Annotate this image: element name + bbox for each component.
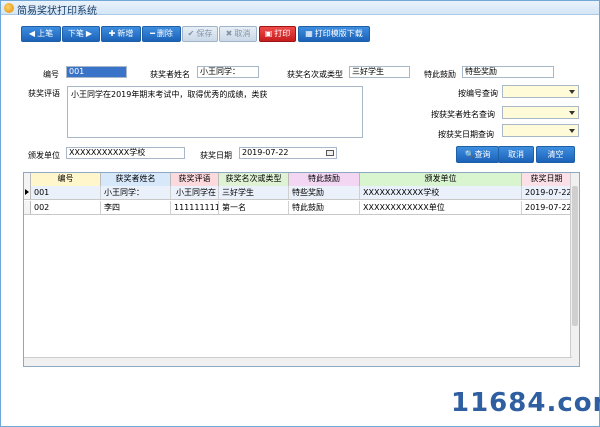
issuer-field[interactable]: XXXXXXXXXXX学校 xyxy=(66,147,185,159)
save-button[interactable]: ✔ 保存 xyxy=(182,26,218,42)
grid-col-name[interactable]: 获奖者姓名 xyxy=(101,173,171,186)
table-row[interactable]: 001 小王同学： 小王同学在 三好学生 特些奖励 XXXXXXXXXXX学校 … xyxy=(24,186,579,200)
current-row-indicator-icon xyxy=(24,186,31,199)
grid-col-id[interactable]: 编号 xyxy=(31,173,101,186)
cell-id: 001 xyxy=(31,186,101,199)
cell-id: 002 xyxy=(31,201,101,214)
print-button[interactable]: ▣ 打印 xyxy=(259,26,296,42)
reward-field[interactable]: 特些奖励 xyxy=(462,66,554,78)
dropdown-arrow-icon xyxy=(569,90,575,94)
comment-textarea[interactable]: 小王同学在2019年期末考试中，取得优秀的成绩，类获 xyxy=(67,86,363,138)
arrow-right-icon: ▶ xyxy=(85,29,93,38)
calendar-icon[interactable] xyxy=(326,150,334,156)
records-grid[interactable]: 编号 获奖者姓名 获奖评语 获奖名次或类型 特此鼓励 颁发单位 获奖日期 001… xyxy=(23,172,580,367)
cell-name: 小王同学： xyxy=(101,186,171,199)
clear-button[interactable]: 清空 xyxy=(536,146,575,163)
plus-icon: ✚ xyxy=(108,29,116,38)
query-id-select[interactable] xyxy=(502,85,579,98)
grid-col-rank[interactable]: 获奖名次或类型 xyxy=(219,173,289,186)
grid-col-reward[interactable]: 特此鼓励 xyxy=(289,173,360,186)
grid-col-date[interactable]: 获奖日期 xyxy=(522,173,572,186)
query-cancel-button[interactable]: 取消 xyxy=(498,146,534,163)
comment-label: 获奖评语 xyxy=(28,89,60,98)
app-window: 简易奖状打印系统 ◀ 上笔 下笔 ▶ ✚ 新增 ━ 删除 ✔ 保存 ✖ 取消 ▣ 打印 ▦ 打印… xyxy=(0,0,600,427)
search-button[interactable]: 🔍查询 xyxy=(456,146,499,163)
date-label: 获奖日期 xyxy=(200,151,232,160)
close-icon: ✖ xyxy=(225,29,233,38)
grid-icon: ▦ xyxy=(305,29,313,38)
site-watermark: 11684.com xyxy=(451,388,600,418)
issuer-label: 颁发单位 xyxy=(28,151,60,160)
vertical-scrollbar[interactable] xyxy=(570,173,579,366)
minus-icon: ━ xyxy=(150,29,155,38)
cell-issuer: XXXXXXXXXXXX单位 xyxy=(360,201,522,214)
delete-button[interactable]: ━ 删除 xyxy=(142,26,181,42)
id-field[interactable]: 001 xyxy=(66,66,127,78)
cell-comment: 1111111111 xyxy=(171,201,219,214)
cell-name: 李四 xyxy=(101,201,171,214)
grid-col-comment[interactable]: 获奖评语 xyxy=(171,173,219,186)
download-template-button[interactable]: ▦ 打印模版下载 xyxy=(298,26,370,42)
id-label: 编号 xyxy=(43,70,59,79)
name-label: 获奖者姓名 xyxy=(150,70,190,79)
cell-date: 2019-07-22 xyxy=(522,201,572,214)
printer-icon: ▣ xyxy=(264,29,273,38)
query-name-select[interactable] xyxy=(502,106,579,119)
cell-reward: 特些奖励 xyxy=(289,186,360,199)
date-field[interactable]: 2019-07-22 xyxy=(239,147,337,159)
reward-label: 特此鼓励 xyxy=(424,70,456,79)
cell-rank: 三好学生 xyxy=(219,186,289,199)
window-title: 简易奖状打印系统 xyxy=(17,6,97,17)
grid-header: 编号 获奖者姓名 获奖评语 获奖名次或类型 特此鼓励 颁发单位 获奖日期 xyxy=(24,173,579,186)
name-field[interactable]: 小王同学： xyxy=(197,66,259,78)
next-record-button[interactable]: 下笔 ▶ xyxy=(62,26,100,42)
cell-rank: 第一名 xyxy=(219,201,289,214)
search-icon: 🔍 xyxy=(464,150,475,159)
cell-date: 2019-07-22 xyxy=(522,186,572,199)
row-indicator xyxy=(24,201,31,214)
cell-comment: 小王同学在 xyxy=(171,186,219,199)
rank-field[interactable]: 三好学生 xyxy=(349,66,410,78)
query-date-select[interactable] xyxy=(502,124,579,137)
table-row[interactable]: 002 李四 1111111111 第一名 特此鼓励 XXXXXXXXXXXX单… xyxy=(24,201,579,215)
grid-corner xyxy=(24,173,31,186)
arrow-left-icon: ◀ xyxy=(28,29,36,38)
title-bar: 简易奖状打印系统 xyxy=(1,1,599,17)
check-icon: ✔ xyxy=(187,29,195,38)
scrollbar-thumb[interactable] xyxy=(572,186,578,326)
app-icon xyxy=(4,3,14,13)
add-button[interactable]: ✚ 新增 xyxy=(101,26,141,42)
query-name-label: 按获奖者姓名查询 xyxy=(431,110,495,119)
query-date-label: 按获奖日期查询 xyxy=(438,130,494,139)
grid-col-issuer[interactable]: 颁发单位 xyxy=(360,173,522,186)
cell-issuer: XXXXXXXXXXX学校 xyxy=(360,186,522,199)
cancel-button[interactable]: ✖ 取消 xyxy=(219,26,257,42)
dropdown-arrow-icon xyxy=(569,129,575,133)
rank-label: 获奖名次或类型 xyxy=(287,70,343,79)
dropdown-arrow-icon xyxy=(569,111,575,115)
cell-reward: 特此鼓励 xyxy=(289,201,360,214)
horizontal-scrollbar[interactable] xyxy=(24,357,572,366)
query-id-label: 按编号查询 xyxy=(458,89,498,98)
prev-record-button[interactable]: ◀ 上笔 xyxy=(21,26,61,42)
